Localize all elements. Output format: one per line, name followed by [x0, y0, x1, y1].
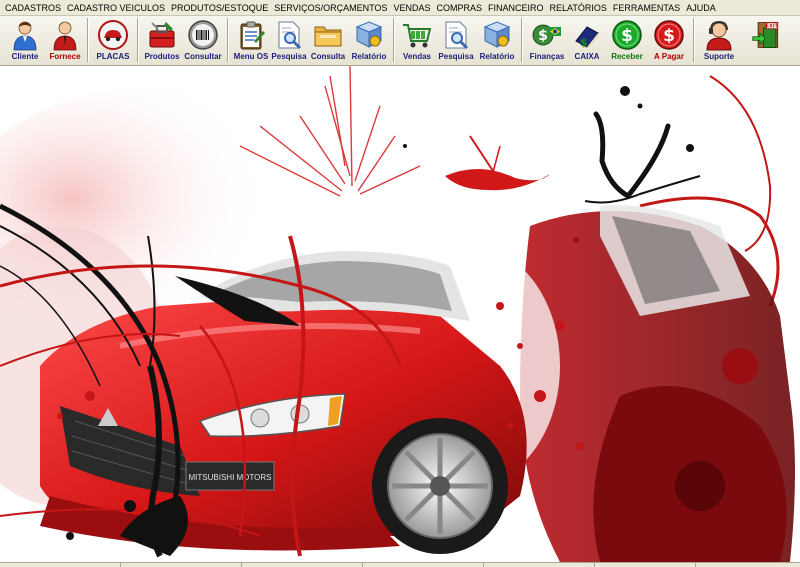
status-panel: [363, 563, 484, 567]
status-panel: [484, 563, 595, 567]
menu-cadastros[interactable]: CADASTROS: [2, 3, 64, 13]
financas-button[interactable]: $ Finanças: [526, 16, 568, 62]
document-search-icon: [440, 19, 472, 51]
consultar-button[interactable]: Consultar: [182, 16, 224, 62]
a-pagar-label: A Pagar: [654, 52, 684, 61]
menu-relatorios[interactable]: RELATÓRIOS: [546, 3, 609, 13]
status-panel: [242, 563, 363, 567]
relatorio-os-button[interactable]: Relatório: [348, 16, 390, 62]
menu-ferramentas[interactable]: FERRAMENTAS: [610, 3, 683, 13]
relatorio-vendas-label: Relatório: [479, 52, 515, 61]
svg-text:$: $: [621, 26, 633, 46]
clipboard-icon: [235, 19, 267, 51]
toolbar-separator: [393, 18, 395, 62]
toolbar: Cliente Fornece PLACAS Produtos Consulta…: [0, 16, 800, 66]
menu-compras[interactable]: COMPRAS: [433, 3, 485, 13]
caixa-button[interactable]: $ CAIXA: [568, 16, 606, 62]
cliente-label: Cliente: [11, 52, 39, 61]
cash-book-icon: $: [571, 19, 603, 51]
red-dollar-icon: $: [653, 19, 685, 51]
receber-button[interactable]: $ Receber: [606, 16, 648, 62]
exit-button[interactable]: EXIT: [746, 16, 788, 62]
consulta-label: Consulta: [310, 52, 346, 61]
toolbar-separator: [137, 18, 139, 62]
report-icon: [481, 19, 513, 51]
a-pagar-button[interactable]: $ A Pagar: [648, 16, 690, 62]
menu-produtos-estoque[interactable]: PRODUTOS/ESTOQUE: [168, 3, 271, 13]
caixa-label: CAIXA: [574, 52, 600, 61]
menu-os-label: Menu OS: [233, 52, 269, 61]
vendas-button[interactable]: Vendas: [398, 16, 436, 62]
menu-ajuda[interactable]: AJUDA: [683, 3, 719, 13]
fornece-button[interactable]: Fornece: [46, 16, 84, 62]
pesquisa-os-label: Pesquisa: [271, 52, 307, 61]
person-icon: [9, 19, 41, 51]
relatorio-os-label: Relatório: [351, 52, 387, 61]
produtos-label: Produtos: [144, 52, 180, 61]
menu-servicos-orcamentos[interactable]: SERVIÇOS/ORÇAMENTOS: [271, 3, 390, 13]
cliente-button[interactable]: Cliente: [4, 16, 46, 62]
car-badge-icon: [97, 19, 129, 51]
exit-door-icon: EXIT: [751, 19, 783, 51]
suporte-label: Suporte: [703, 52, 735, 61]
toolbar-separator: [227, 18, 229, 62]
barcode-icon: [187, 19, 219, 51]
exit-badge-text: EXIT: [766, 23, 779, 29]
car-splash-artwork: MITSUBISHI MOTORS: [0, 66, 800, 562]
produtos-button[interactable]: Produtos: [142, 16, 182, 62]
financas-label: Finanças: [529, 52, 565, 61]
consulta-button[interactable]: Consulta: [308, 16, 348, 62]
placas-label: PLACAS: [96, 52, 130, 61]
menu-financeiro[interactable]: FINANCEIRO: [485, 3, 547, 13]
consultar-label: Consultar: [184, 52, 222, 61]
folder-icon: [312, 19, 344, 51]
fornece-label: Fornece: [49, 52, 81, 61]
menu-vendas[interactable]: VENDAS: [390, 3, 433, 13]
toolbox-icon: [146, 19, 178, 51]
document-search-icon: [273, 19, 305, 51]
status-panel: [0, 563, 121, 567]
money-icon: $: [531, 19, 563, 51]
menu-bar: CADASTROS CADASTRO VEICULOS PRODUTOS/EST…: [0, 0, 800, 16]
green-dollar-icon: $: [611, 19, 643, 51]
relatorio-vendas-button[interactable]: Relatório: [476, 16, 518, 62]
placas-button[interactable]: PLACAS: [92, 16, 134, 62]
pesquisa-vendas-button[interactable]: Pesquisa: [436, 16, 476, 62]
status-bar: [0, 562, 800, 567]
support-agent-icon: [703, 19, 735, 51]
supplier-person-icon: [49, 19, 81, 51]
menu-cadastro-veiculos[interactable]: CADASTRO VEICULOS: [64, 3, 168, 13]
toolbar-separator: [693, 18, 695, 62]
pesquisa-vendas-label: Pesquisa: [438, 52, 474, 61]
toolbar-separator: [87, 18, 89, 62]
report-icon: [353, 19, 385, 51]
svg-text:$: $: [663, 26, 675, 46]
pesquisa-os-button[interactable]: Pesquisa: [270, 16, 308, 62]
vendas-label: Vendas: [402, 52, 431, 61]
grille-text: MITSUBISHI MOTORS: [189, 473, 272, 482]
svg-text:$: $: [580, 36, 588, 49]
shopping-cart-icon: [401, 19, 433, 51]
menu-os-button[interactable]: Menu OS: [232, 16, 270, 62]
suporte-button[interactable]: Suporte: [698, 16, 740, 62]
status-panel: [121, 563, 242, 567]
receber-label: Receber: [611, 52, 643, 61]
svg-text:$: $: [538, 28, 548, 44]
toolbar-separator: [521, 18, 523, 62]
status-panel: [595, 563, 696, 567]
wallpaper: MITSUBISHI MOTORS: [0, 66, 800, 562]
